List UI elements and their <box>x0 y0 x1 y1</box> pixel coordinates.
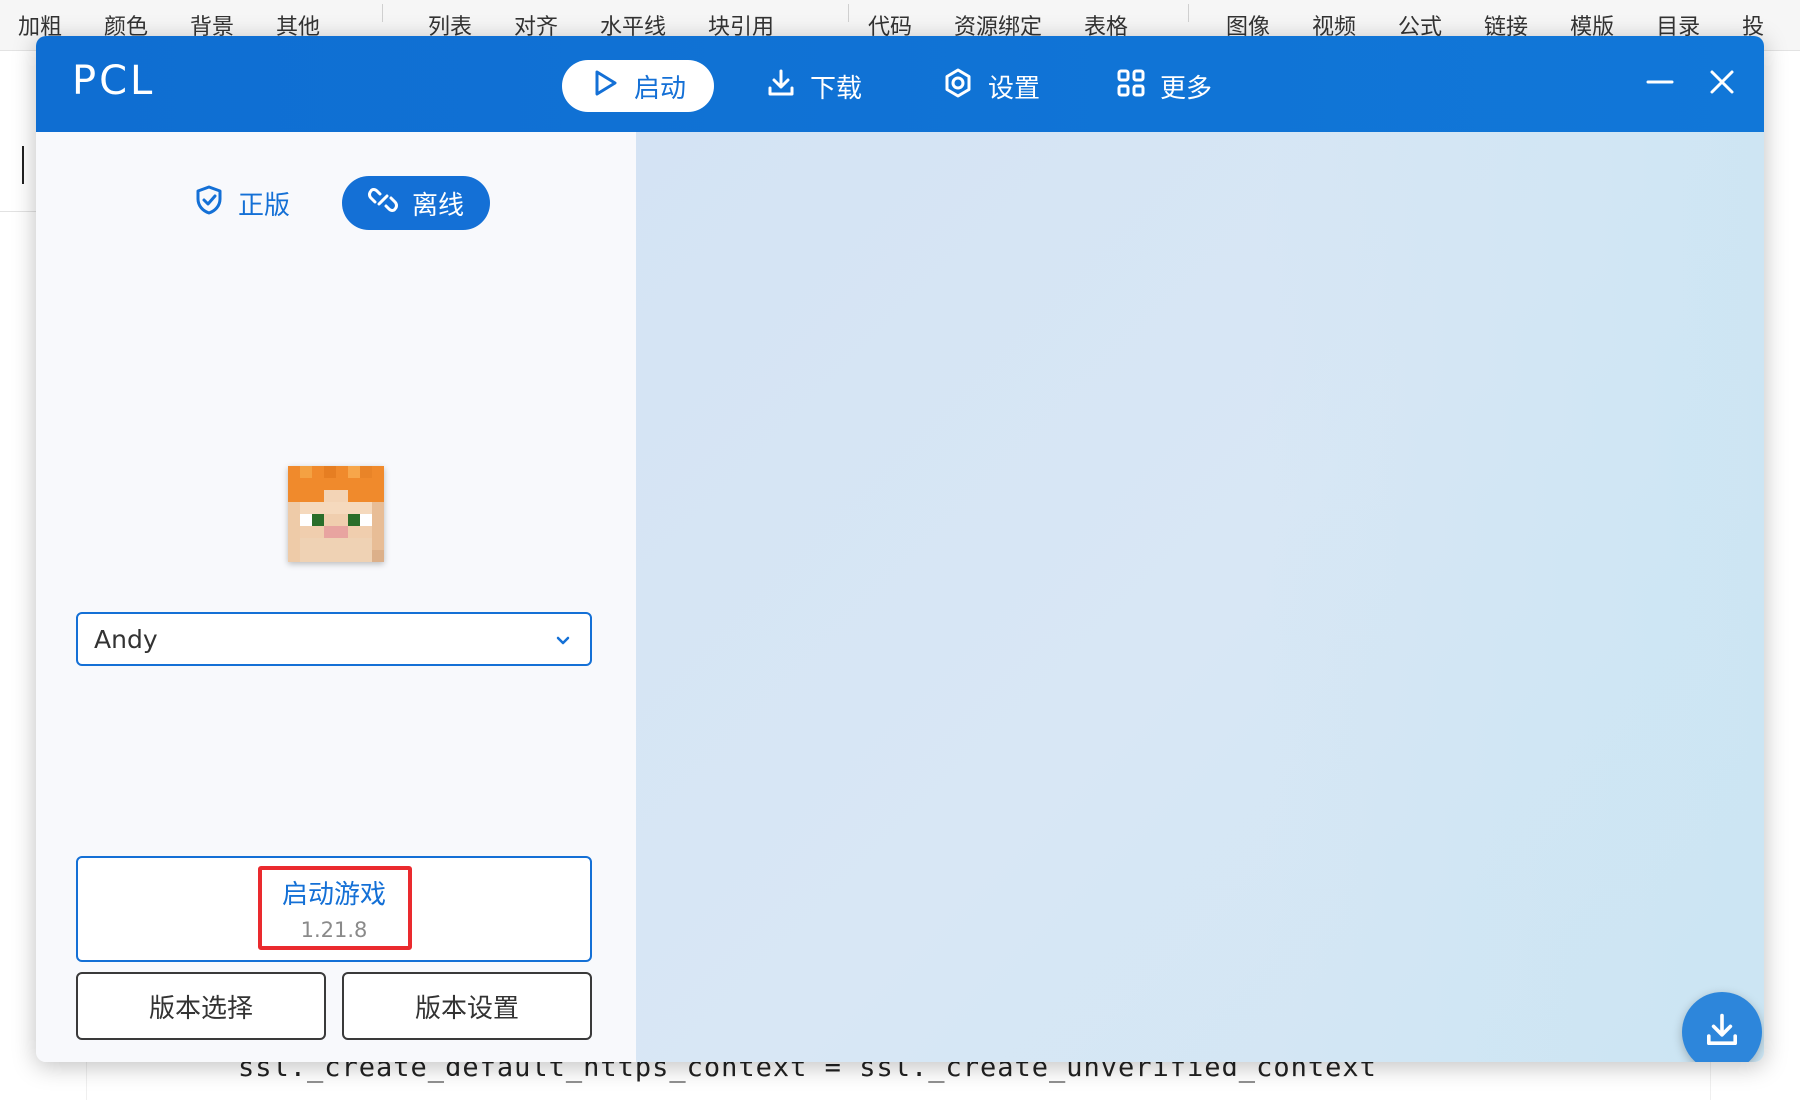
nav-download[interactable]: 下载 <box>738 60 890 112</box>
close-button[interactable] <box>1702 64 1742 104</box>
toolbar-divider <box>1188 4 1189 22</box>
text-caret <box>22 146 24 184</box>
annotation-highlight-box <box>258 866 412 950</box>
tab-offline[interactable]: 离线 <box>342 176 491 230</box>
tab-official-label: 正版 <box>238 190 291 221</box>
nav-settings[interactable]: 设置 <box>914 60 1068 112</box>
play-icon <box>590 68 634 105</box>
account-panel: 正版 离线 Andy 启动游戏 1.21.8 版本选择 版本设置 <box>36 132 636 1062</box>
chevron-down-icon <box>552 628 574 657</box>
nav-settings-label: 设置 <box>988 73 1041 104</box>
title-bar[interactable]: PCL 启动 下载 设置 更多 <box>36 36 1764 132</box>
username-value: Andy <box>94 624 158 654</box>
grid-icon <box>1116 68 1160 105</box>
version-settings-button[interactable]: 版本设置 <box>342 972 592 1040</box>
download-icon <box>766 68 810 105</box>
nav-more-label: 更多 <box>1160 73 1213 104</box>
tab-official[interactable]: 正版 <box>168 176 316 230</box>
background-gradient <box>1264 132 1764 1062</box>
version-select-button[interactable]: 版本选择 <box>76 972 326 1040</box>
version-settings-label: 版本设置 <box>414 993 519 1024</box>
username-dropdown[interactable]: Andy <box>76 612 592 666</box>
toolbar-divider <box>848 4 849 22</box>
nav-more[interactable]: 更多 <box>1088 60 1240 112</box>
nav-launch-label: 启动 <box>634 73 687 104</box>
nav-download-label: 下载 <box>810 73 863 104</box>
download-manager-button[interactable] <box>1682 992 1762 1062</box>
content-panel <box>636 132 1764 1062</box>
shield-check-icon <box>194 184 238 223</box>
launch-game-button[interactable]: 启动游戏 1.21.8 <box>76 856 592 962</box>
version-select-label: 版本选择 <box>148 993 253 1024</box>
divider <box>0 211 40 212</box>
minimize-button[interactable] <box>1640 64 1680 104</box>
toolbar-divider <box>382 4 383 22</box>
link-broken-icon <box>368 185 412 222</box>
launcher-window: PCL 启动 下载 设置 更多 正版 离线 Andy 启动游戏 1.21.8 版… <box>36 36 1764 1062</box>
download-icon <box>1704 1012 1740 1052</box>
app-logo: PCL <box>72 58 156 104</box>
avatar <box>288 466 384 562</box>
nav-launch[interactable]: 启动 <box>562 60 715 112</box>
tab-offline-label: 离线 <box>412 190 465 221</box>
minimize-icon <box>1645 67 1675 101</box>
gear-icon <box>942 67 988 106</box>
close-icon <box>1707 67 1737 101</box>
